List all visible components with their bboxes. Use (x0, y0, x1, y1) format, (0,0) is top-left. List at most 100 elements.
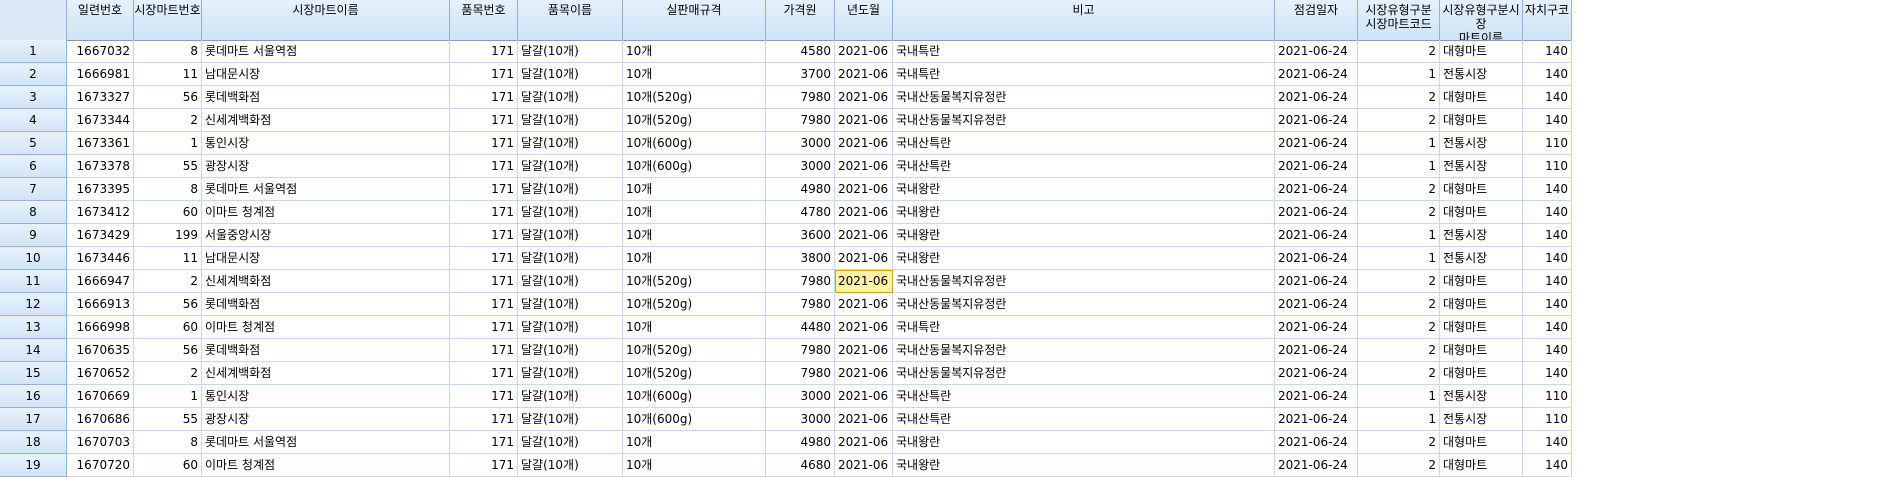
price-cell[interactable]: 3000 (766, 408, 835, 431)
remarks-cell[interactable]: 국내산동물복지유정란 (893, 362, 1275, 385)
district-code-cell[interactable]: 140 (1523, 224, 1572, 247)
market-type-name-cell[interactable]: 대형마트 (1440, 86, 1523, 109)
spec-cell[interactable]: 10개 (623, 316, 766, 339)
price-cell[interactable]: 3000 (766, 385, 835, 408)
row-number[interactable]: 17 (0, 408, 67, 431)
remarks-header[interactable]: 비고 (893, 0, 1275, 40)
year-month-cell[interactable]: 2021-06 (835, 224, 893, 247)
market-name-cell[interactable]: 통인시장 (202, 132, 450, 155)
market-name-cell[interactable]: 통인시장 (202, 385, 450, 408)
spec-cell[interactable]: 10개(600g) (623, 155, 766, 178)
item-name-cell[interactable]: 달걀(10개) (518, 408, 623, 431)
market-name-cell[interactable]: 롯데백화점 (202, 86, 450, 109)
inspection-date-cell[interactable]: 2021-06-24 (1275, 155, 1358, 178)
market-type-code-cell[interactable]: 1 (1358, 132, 1440, 155)
remarks-cell[interactable]: 국내왕란 (893, 178, 1275, 201)
serial-number-cell[interactable]: 1670703 (67, 431, 134, 454)
market-type-code-cell[interactable]: 1 (1358, 63, 1440, 86)
inspection-date-cell[interactable]: 2021-06-24 (1275, 408, 1358, 431)
market-type-code-cell[interactable]: 2 (1358, 178, 1440, 201)
item-name-cell[interactable]: 달걀(10개) (518, 132, 623, 155)
market-number-cell[interactable]: 56 (134, 293, 202, 316)
market-type-code-cell[interactable]: 2 (1358, 109, 1440, 132)
item-number-cell[interactable]: 171 (450, 86, 518, 109)
market-type-name-cell[interactable]: 대형마트 (1440, 40, 1523, 63)
market-name-cell[interactable]: 신세계백화점 (202, 109, 450, 132)
market-name-cell[interactable]: 롯데마트 서울역점 (202, 431, 450, 454)
item-name-cell[interactable]: 달걀(10개) (518, 339, 623, 362)
spec-cell[interactable]: 10개(600g) (623, 385, 766, 408)
row-number[interactable]: 5 (0, 132, 67, 155)
market-number-cell[interactable]: 60 (134, 454, 202, 477)
remarks-cell[interactable]: 국내산동물복지유정란 (893, 109, 1275, 132)
spec-cell[interactable]: 10개(520g) (623, 109, 766, 132)
year-month-cell[interactable]: 2021-06 (835, 362, 893, 385)
item-name-cell[interactable]: 달걀(10개) (518, 155, 623, 178)
market-number-cell[interactable]: 1 (134, 132, 202, 155)
district-code-cell[interactable]: 140 (1523, 109, 1572, 132)
inspection-date-cell[interactable]: 2021-06-24 (1275, 109, 1358, 132)
price-cell[interactable]: 3000 (766, 155, 835, 178)
district-code-cell[interactable]: 140 (1523, 178, 1572, 201)
inspection-date-cell[interactable]: 2021-06-24 (1275, 40, 1358, 63)
row-number[interactable]: 2 (0, 63, 67, 86)
remarks-cell[interactable]: 국내산특란 (893, 132, 1275, 155)
market-number-cell[interactable]: 56 (134, 86, 202, 109)
price-cell[interactable]: 4480 (766, 316, 835, 339)
price-cell[interactable]: 7980 (766, 293, 835, 316)
row-number[interactable]: 16 (0, 385, 67, 408)
inspection-date-cell[interactable]: 2021-06-24 (1275, 86, 1358, 109)
market-number-cell[interactable]: 55 (134, 408, 202, 431)
market-type-name-cell[interactable]: 대형마트 (1440, 178, 1523, 201)
row-number[interactable]: 3 (0, 86, 67, 109)
price-cell[interactable]: 7980 (766, 270, 835, 293)
remarks-cell[interactable]: 국내특란 (893, 63, 1275, 86)
row-number[interactable]: 10 (0, 247, 67, 270)
item-number-cell[interactable]: 171 (450, 132, 518, 155)
item-name-cell[interactable]: 달걀(10개) (518, 109, 623, 132)
market-name-cell[interactable]: 이마트 청계점 (202, 316, 450, 339)
market-type-name-cell[interactable]: 대형마트 (1440, 109, 1523, 132)
market-name-cell[interactable]: 이마트 청계점 (202, 454, 450, 477)
remarks-cell[interactable]: 국내특란 (893, 316, 1275, 339)
market-number-cell[interactable]: 60 (134, 201, 202, 224)
row-number[interactable]: 6 (0, 155, 67, 178)
market-name-cell[interactable]: 서울중앙시장 (202, 224, 450, 247)
serial-number-header[interactable]: 일련번호 (67, 0, 134, 40)
row-number-header[interactable] (0, 0, 67, 40)
remarks-cell[interactable]: 국내산동물복지유정란 (893, 86, 1275, 109)
year-month-cell[interactable]: 2021-06 (835, 63, 893, 86)
market-type-code-cell[interactable]: 2 (1358, 362, 1440, 385)
serial-number-cell[interactable]: 1673429 (67, 224, 134, 247)
serial-number-cell[interactable]: 1673344 (67, 109, 134, 132)
row-number[interactable]: 18 (0, 431, 67, 454)
serial-number-cell[interactable]: 1670669 (67, 385, 134, 408)
market-type-code-cell[interactable]: 2 (1358, 293, 1440, 316)
market-number-header[interactable]: 시장마트번호 (134, 0, 202, 40)
market-number-cell[interactable]: 8 (134, 40, 202, 63)
remarks-cell[interactable]: 국내산특란 (893, 385, 1275, 408)
item-name-cell[interactable]: 달걀(10개) (518, 431, 623, 454)
item-number-cell[interactable]: 171 (450, 201, 518, 224)
market-type-name-cell[interactable]: 전통시장 (1440, 63, 1523, 86)
market-type-name-header[interactable]: 시장유형구분시장 마트이름 (1440, 0, 1523, 40)
year-month-cell[interactable]: 2021-06 (835, 132, 893, 155)
district-code-cell[interactable]: 140 (1523, 293, 1572, 316)
inspection-date-header[interactable]: 점검일자 (1275, 0, 1358, 40)
market-type-code-cell[interactable]: 1 (1358, 155, 1440, 178)
market-number-cell[interactable]: 1 (134, 385, 202, 408)
market-type-name-cell[interactable]: 전통시장 (1440, 224, 1523, 247)
row-number[interactable]: 14 (0, 339, 67, 362)
market-name-header[interactable]: 시장마트이름 (202, 0, 450, 40)
item-number-cell[interactable]: 171 (450, 224, 518, 247)
market-type-code-cell[interactable]: 2 (1358, 454, 1440, 477)
year-month-header[interactable]: 년도월 (835, 0, 893, 40)
serial-number-cell[interactable]: 1666981 (67, 63, 134, 86)
district-code-cell[interactable]: 140 (1523, 339, 1572, 362)
serial-number-cell[interactable]: 1673395 (67, 178, 134, 201)
market-type-code-cell[interactable]: 2 (1358, 431, 1440, 454)
remarks-cell[interactable]: 국내산동물복지유정란 (893, 270, 1275, 293)
item-name-cell[interactable]: 달걀(10개) (518, 86, 623, 109)
district-code-cell[interactable]: 140 (1523, 270, 1572, 293)
remarks-cell[interactable]: 국내왕란 (893, 201, 1275, 224)
